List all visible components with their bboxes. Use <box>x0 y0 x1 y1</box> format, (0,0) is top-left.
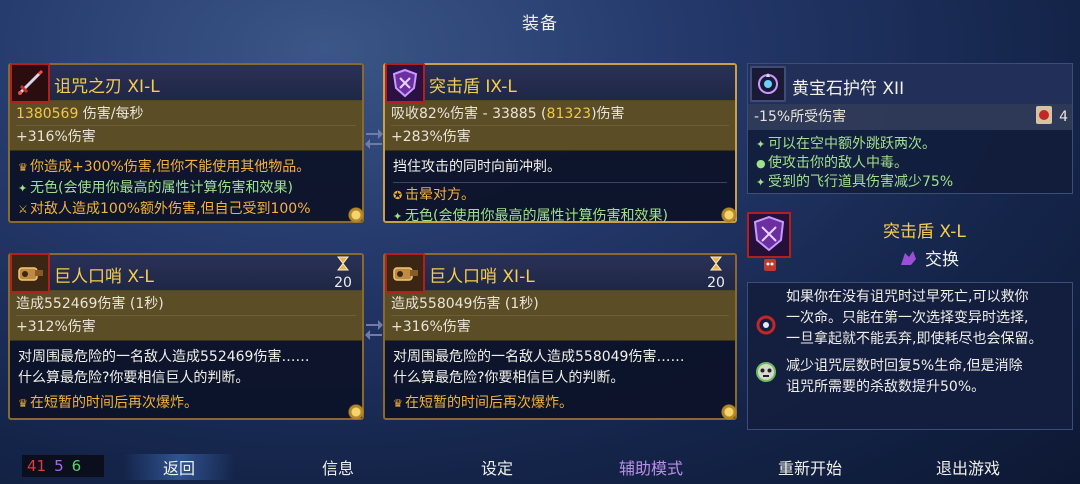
item-card-giant-whistle-x[interactable]: 巨人口哨 X-L 20 造成552469伤害 (1秒) +312%伤害 对周围最… <box>8 253 364 420</box>
amulet-header: 黄宝石护符 XII <box>748 64 1072 104</box>
damage-stat: 造成558049伤害 (1秒) <box>391 296 539 312</box>
damage-bonus: +316%伤害 <box>391 315 729 338</box>
amulet-traits: ✦ 可以在空中额外跳跃两次。 ● 使攻击你的敌人中毒。 ✦ 受到的飞行道具伤害减少75… <box>756 136 954 190</box>
damage-bonus: +283%伤害 <box>391 125 729 148</box>
damage-bonus: +316%伤害 <box>16 125 356 148</box>
item-card-cursed-blade[interactable]: 诅咒之刃 XI-L 1380569 伤害/每秒 +316%伤害 ♛ 你造成+300… <box>8 63 364 223</box>
item-stats: 造成558049伤害 (1秒) +316%伤害 <box>385 291 735 341</box>
swap-arrows-icon <box>365 129 383 149</box>
item-description: 挡住攻击的同时向前冲刺。 <box>393 159 561 175</box>
swap-effect-row: 如果你在没有诅咒时过早死亡,可以救你 一次命。只能在第一次选择变异时选择, 一旦… <box>752 287 1068 350</box>
skull-icon <box>764 259 776 271</box>
absorb-label: 吸收82%伤害 - 33885 ( <box>391 106 547 122</box>
hourglass-icon <box>710 256 722 271</box>
diamond-icon: ✦ <box>18 182 28 195</box>
corner-ornament <box>717 203 737 223</box>
trait-line: ♛ 你造成+300%伤害,但你不能使用其他物品。 <box>10 157 362 178</box>
scroll-counters: 41 5 6 <box>22 455 104 477</box>
menu-back-button[interactable]: 返回 <box>123 454 236 480</box>
item-description: 对周围最危险的一名敌人造成552469伤害…… 什么算最危险?你要相信巨人的判断… <box>18 349 310 386</box>
card-header: 突击盾 IX-L <box>385 63 735 103</box>
item-name: 诅咒之刃 XI-L <box>54 77 160 97</box>
swap-arrows-icon <box>365 320 383 340</box>
item-description: 对周围最危险的一名敌人造成558049伤害…… 什么算最危险?你要相信巨人的判断… <box>393 349 685 386</box>
bottom-menu-bar: 41 5 6 返回 信息 设定 辅助模式 重新开始 退出游戏 <box>0 448 1080 484</box>
skull-face-icon <box>756 362 776 382</box>
trait-line: ♛ 在短暂的时间后再次爆炸。 <box>10 393 362 414</box>
trait-line: ✦ 无色(会使用你最高的属性计算伤害和效果) <box>10 178 362 199</box>
amulet-name: 黄宝石护符 XII <box>792 79 905 99</box>
swap-panel: 突击盾 X-L 交换 如果你在没有诅咒时过早死亡,可以救你 一次命。只能在第一次… <box>747 210 1073 430</box>
item-name: 巨人口哨 X-L <box>54 267 154 287</box>
diamond-icon: ✦ <box>393 210 403 223</box>
cursed-sword-icon <box>10 63 50 103</box>
purple-hand-icon <box>901 251 916 265</box>
corner-ornament <box>344 203 364 223</box>
cooldown-counter: 20 <box>330 255 356 291</box>
item-card-assault-shield[interactable]: 突击盾 IX-L 吸收82%伤害 - 33885 (81323)伤害 +283%… <box>383 63 737 224</box>
trait-line: ✦ 无色(会使用你最高的属性计算伤害和效果) <box>385 206 735 227</box>
swap-description: 如果你在没有诅咒时过早死亡,可以救你 一次命。只能在第一次选择变异时选择, 一旦… <box>747 282 1073 430</box>
swap-button[interactable]: 交换 <box>897 245 959 270</box>
damage-bonus: +312%伤害 <box>16 315 356 338</box>
cooldown-counter: 20 <box>703 255 729 291</box>
item-name: 突击盾 IX-L <box>429 77 517 97</box>
card-header: 巨人口哨 X-L 20 <box>10 253 362 293</box>
screen-title: 装备 <box>522 14 558 34</box>
item-name: 巨人口哨 XI-L <box>429 267 535 287</box>
item-stats: 1380569 伤害/每秒 +316%伤害 <box>10 101 362 151</box>
survival-count: 6 <box>71 457 82 475</box>
tactics-count: 5 <box>54 457 64 475</box>
scroll-icon <box>1035 106 1052 124</box>
card-header: 诅咒之刃 XI-L <box>10 63 362 103</box>
menu-assist-mode-button[interactable]: 辅助模式 <box>619 455 683 479</box>
crown-icon: ♛ <box>18 161 28 174</box>
shield-icon <box>747 212 791 258</box>
trait-line: ⚔ 对敌人造成100%额外伤害,但自己受到100% <box>10 199 362 220</box>
amulet-panel[interactable]: 黄宝石护符 XII -15%所受伤害 4 ✦ 可以在空中额外跳跃两次。 ● 使攻击你… <box>747 63 1073 194</box>
absorb-suffix: )伤害 <box>591 106 625 122</box>
dps-value: 1380569 <box>16 106 79 122</box>
absorb-value: 81323 <box>546 106 592 122</box>
whistle-icon <box>10 253 50 293</box>
swap-header: 突击盾 X-L 交换 <box>747 210 1073 280</box>
trait-line: ♛ 在短暂的时间后再次爆炸。 <box>385 393 735 414</box>
amulet-icon <box>750 66 786 102</box>
damage-stat: 造成552469伤害 (1秒) <box>16 296 164 312</box>
dps-label: 伤害/每秒 <box>78 106 144 122</box>
brutality-count: 41 <box>27 457 47 475</box>
divider <box>393 182 727 183</box>
crown-icon: ♛ <box>393 397 403 410</box>
scroll-counter: 4 <box>1033 104 1068 130</box>
menu-settings-button[interactable]: 设定 <box>481 455 513 479</box>
item-card-giant-whistle-xi[interactable]: 巨人口哨 XI-L 20 造成558049伤害 (1秒) +316%伤害 对周围… <box>383 253 737 420</box>
swap-item-name: 突击盾 X-L <box>883 222 966 242</box>
stun-icon: ✪ <box>393 189 403 202</box>
item-stats: 造成552469伤害 (1秒) +312%伤害 <box>10 291 362 341</box>
shield-icon <box>385 63 425 103</box>
trait-line: ✪ 击晕对方。 <box>385 185 735 206</box>
corner-ornament <box>717 400 737 420</box>
menu-restart-button[interactable]: 重新开始 <box>778 455 842 479</box>
hourglass-icon <box>337 256 349 271</box>
cursed-ring-icon <box>756 315 776 335</box>
swords-icon: ⚔ <box>18 203 28 216</box>
menu-info-button[interactable]: 信息 <box>322 455 354 479</box>
crown-icon: ♛ <box>18 397 28 410</box>
swap-effect-row: 减少诅咒层数时回复5%生命,但是消除 诅咒所需要的杀敌数提升50%。 <box>752 356 1068 398</box>
card-header: 巨人口哨 XI-L 20 <box>385 253 735 293</box>
item-stats: 吸收82%伤害 - 33885 (81323)伤害 +283%伤害 <box>385 101 735 151</box>
amulet-stat: -15%所受伤害 4 <box>748 104 1072 130</box>
corner-ornament <box>344 400 364 420</box>
whistle-icon <box>385 253 425 293</box>
menu-quit-button[interactable]: 退出游戏 <box>936 455 1000 479</box>
